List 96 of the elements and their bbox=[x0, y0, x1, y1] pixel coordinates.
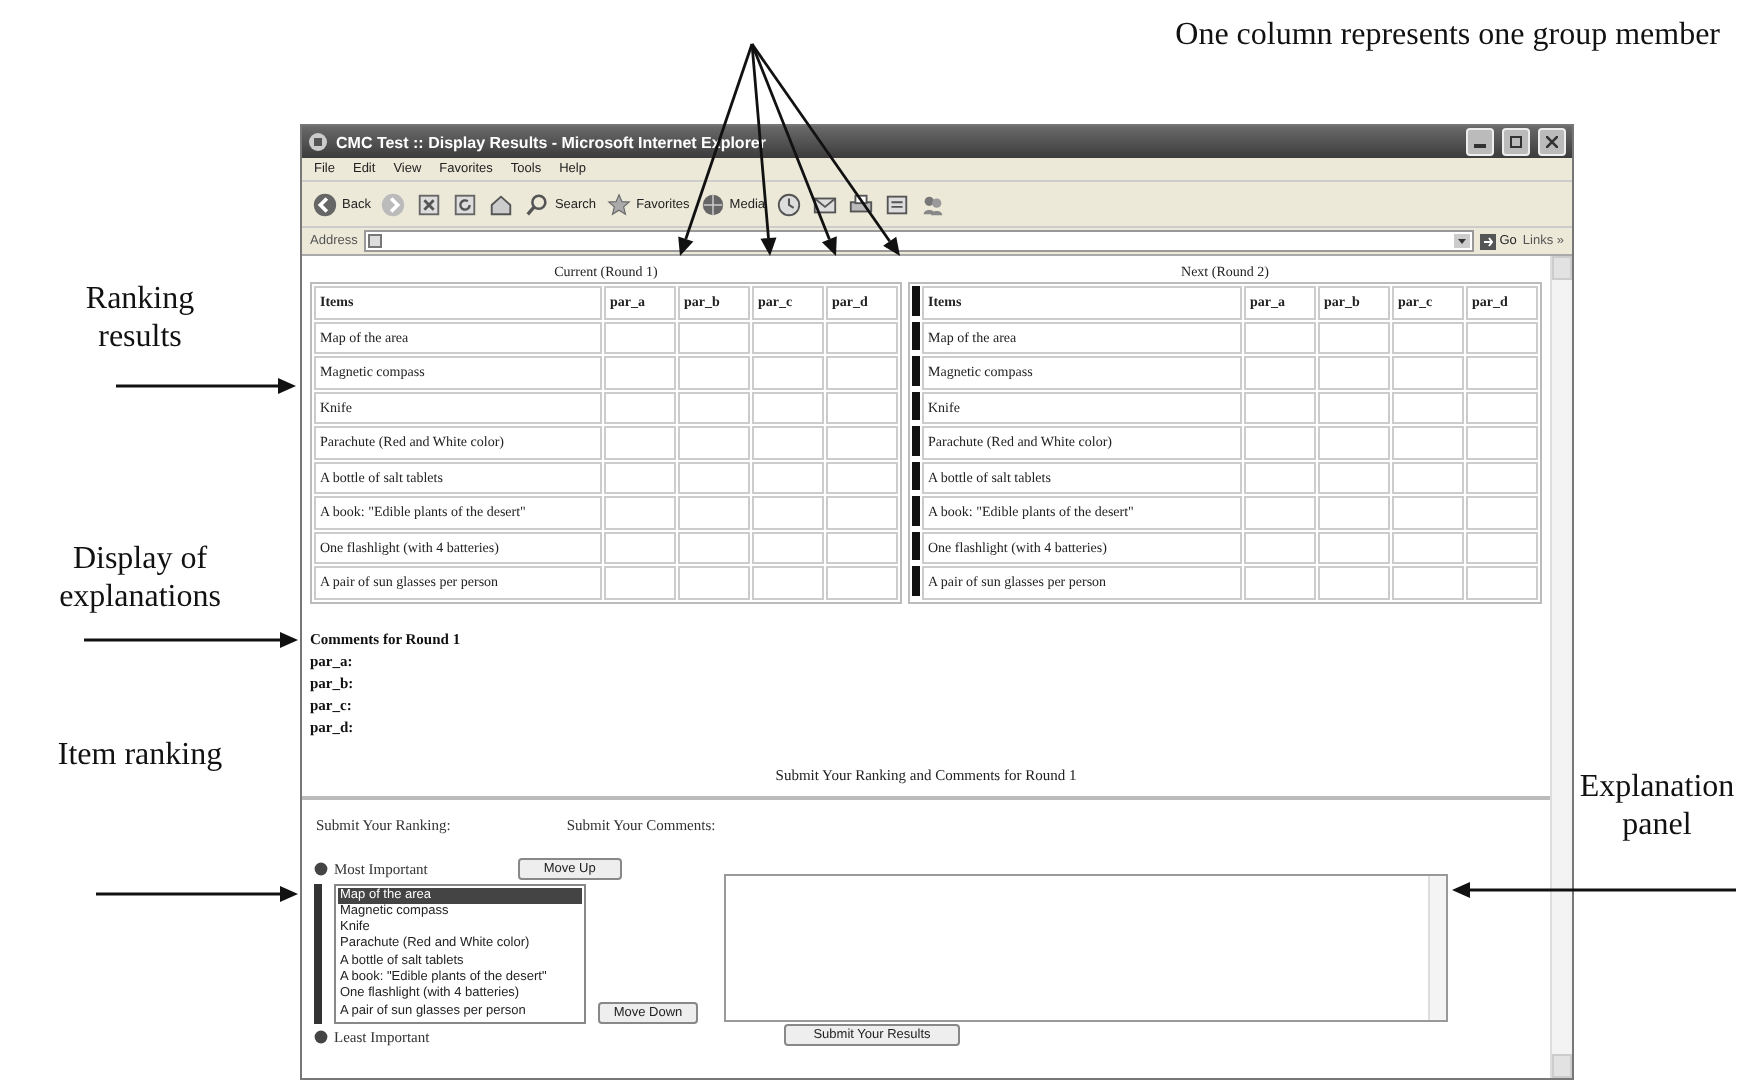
table-cell bbox=[1392, 531, 1464, 564]
maximize-icon bbox=[1510, 136, 1522, 148]
table-cell bbox=[678, 566, 750, 599]
table-cell bbox=[752, 496, 824, 529]
annotation-label: One column represents one group member bbox=[1175, 16, 1720, 56]
table-cell bbox=[1466, 356, 1538, 389]
annotation-label: Ranking results bbox=[83, 280, 197, 356]
table-cell bbox=[604, 391, 676, 424]
table-cell bbox=[1392, 426, 1464, 459]
table-cell bbox=[604, 531, 676, 564]
table-cell bbox=[1392, 461, 1464, 494]
browser-icon bbox=[308, 132, 328, 152]
history-icon bbox=[775, 191, 802, 217]
home-icon bbox=[488, 191, 515, 217]
table-cell bbox=[1466, 461, 1538, 494]
table-cell bbox=[1318, 531, 1390, 564]
table-cell bbox=[1318, 356, 1390, 389]
table-cell bbox=[1244, 426, 1316, 459]
table-cell bbox=[1318, 566, 1390, 599]
table-cell bbox=[1318, 461, 1390, 494]
table-cell bbox=[1466, 566, 1538, 599]
table-cell bbox=[1318, 321, 1390, 354]
table-cell bbox=[678, 426, 750, 459]
table-cell bbox=[826, 461, 898, 494]
table-cell bbox=[678, 391, 750, 424]
table-cell bbox=[1392, 356, 1464, 389]
table-cell bbox=[1244, 321, 1316, 354]
table-cell bbox=[1392, 391, 1464, 424]
forward-icon bbox=[380, 191, 407, 217]
table-cell bbox=[752, 321, 824, 354]
annotation-label: Explanation panel bbox=[1577, 768, 1737, 844]
table-cell bbox=[752, 426, 824, 459]
table-cell bbox=[678, 356, 750, 389]
bullet-icon bbox=[314, 1029, 328, 1044]
close-icon bbox=[1546, 136, 1558, 148]
annotation-label: Item ranking bbox=[55, 736, 225, 774]
table-cell bbox=[678, 461, 750, 494]
table-cell bbox=[1318, 426, 1390, 459]
table-cell bbox=[604, 321, 676, 354]
window-title: CMC Test :: Display Results - Microsoft Internet Explorer bbox=[336, 133, 768, 151]
table-cell bbox=[826, 356, 898, 389]
table-cell bbox=[1244, 566, 1316, 599]
search-icon bbox=[524, 191, 551, 217]
table-cell bbox=[1318, 496, 1390, 529]
table-cell bbox=[752, 461, 824, 494]
table-cell bbox=[1244, 496, 1316, 529]
dropdown-icon[interactable] bbox=[1453, 234, 1470, 248]
history-button[interactable] bbox=[775, 188, 802, 220]
table-cell bbox=[678, 496, 750, 529]
refresh-icon bbox=[452, 191, 479, 217]
table-cell bbox=[604, 566, 676, 599]
table-cell bbox=[678, 321, 750, 354]
minimize-button[interactable] bbox=[1466, 128, 1494, 156]
table-cell bbox=[1466, 391, 1538, 424]
table-cell bbox=[1244, 391, 1316, 424]
table-cell bbox=[826, 566, 898, 599]
table-cell bbox=[1466, 496, 1538, 529]
close-button[interactable] bbox=[1538, 128, 1566, 156]
table-cell bbox=[752, 531, 824, 564]
table-cell bbox=[1392, 496, 1464, 529]
table-cell bbox=[604, 426, 676, 459]
annotation-label: Display of explanations bbox=[57, 540, 223, 616]
maximize-button[interactable] bbox=[1502, 128, 1530, 156]
media-icon bbox=[699, 191, 726, 217]
table-cell bbox=[752, 356, 824, 389]
table-cell bbox=[1244, 356, 1316, 389]
table-cell bbox=[826, 531, 898, 564]
table-cell bbox=[1466, 321, 1538, 354]
table-cell bbox=[1466, 531, 1538, 564]
table-cell bbox=[1466, 426, 1538, 459]
table-cell bbox=[826, 391, 898, 424]
address-field[interactable] bbox=[363, 230, 1474, 252]
messenger-icon bbox=[919, 191, 946, 217]
scrollbar[interactable] bbox=[1550, 256, 1572, 1078]
table-cell bbox=[826, 496, 898, 529]
page-icon bbox=[367, 234, 382, 248]
print-icon bbox=[847, 191, 874, 217]
stop-icon bbox=[416, 191, 443, 217]
table-cell bbox=[1392, 321, 1464, 354]
table-cell bbox=[678, 531, 750, 564]
table-cell bbox=[1392, 566, 1464, 599]
table-cell bbox=[826, 321, 898, 354]
table-cell bbox=[752, 566, 824, 599]
table-cell bbox=[604, 461, 676, 494]
table-cell bbox=[1244, 461, 1316, 494]
comment-field[interactable] bbox=[724, 873, 1448, 1021]
table-cell bbox=[826, 426, 898, 459]
table-cell bbox=[1244, 531, 1316, 564]
table-cell bbox=[1318, 391, 1390, 424]
table-cell bbox=[752, 391, 824, 424]
back-icon bbox=[312, 191, 338, 217]
table-cell bbox=[604, 496, 676, 529]
bullet-icon bbox=[314, 861, 328, 875]
table-cell bbox=[604, 356, 676, 389]
edit-icon bbox=[883, 191, 910, 217]
favorites-icon bbox=[606, 191, 633, 217]
